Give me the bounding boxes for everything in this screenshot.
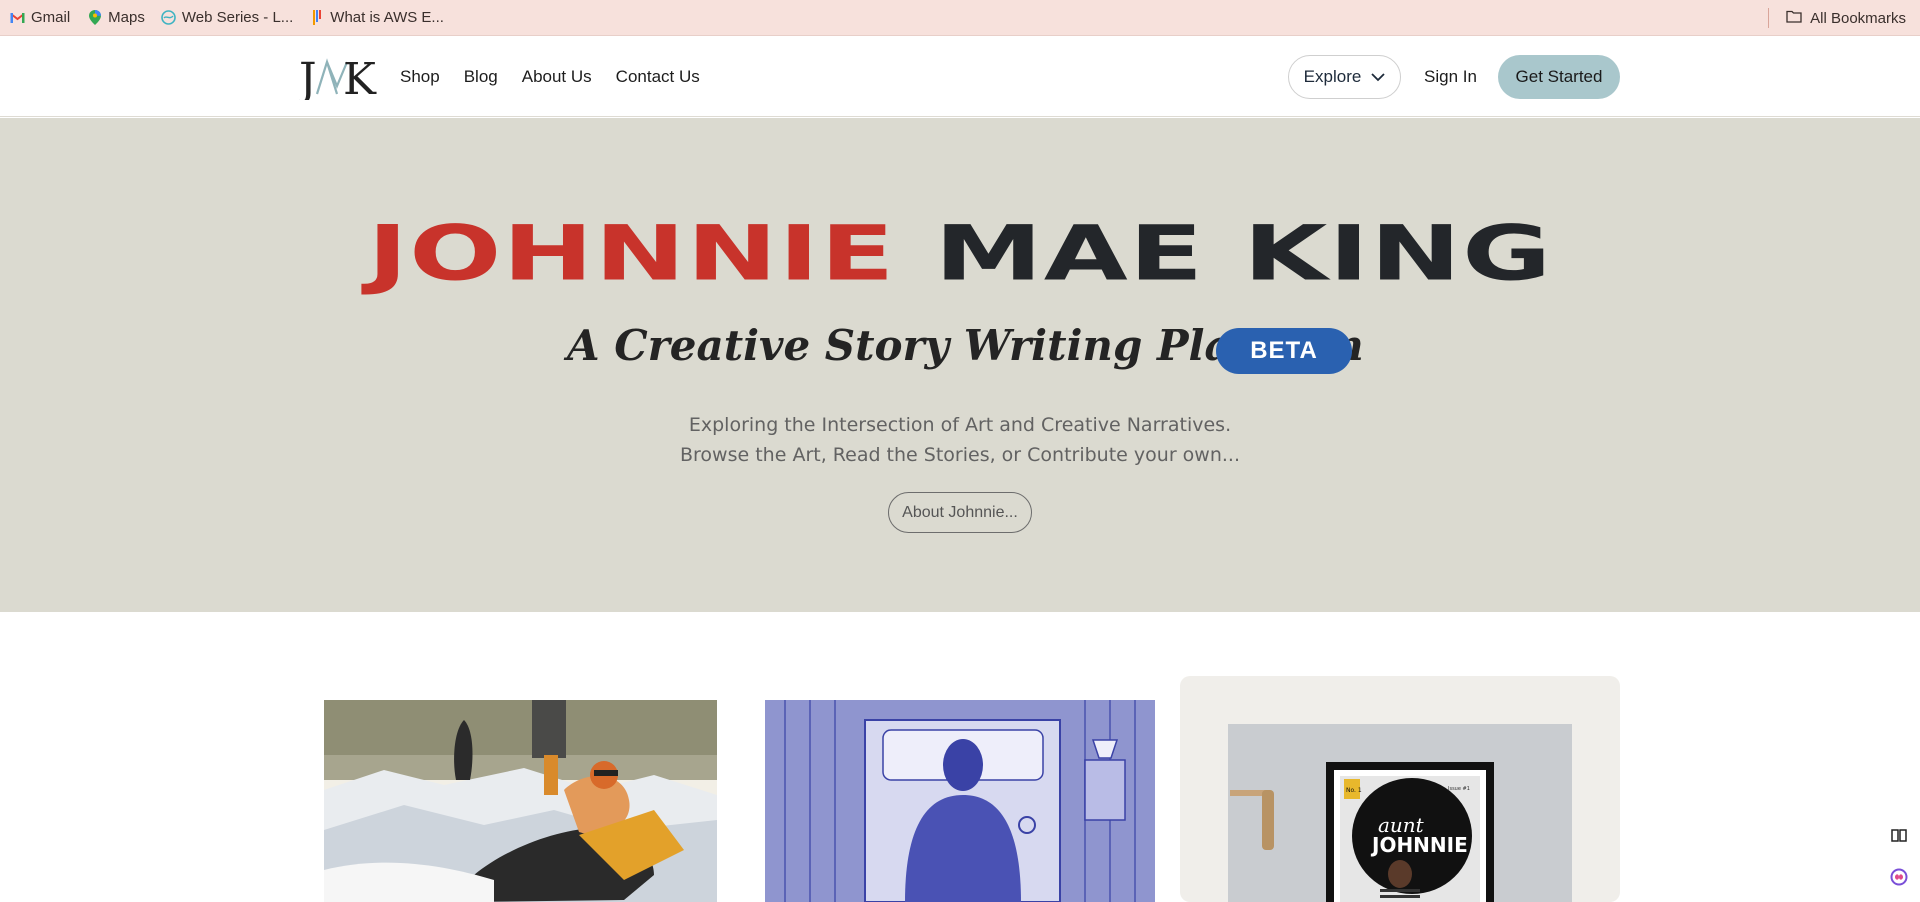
artwork-card-woman-sofa[interactable] [324,700,717,902]
gmail-icon [10,10,25,25]
artwork-card-blue-sketch[interactable] [765,700,1155,902]
main-nav: Shop Blog About Us Contact Us [400,36,700,117]
hero-title-rest: MAE KING [934,209,1553,298]
bookmark-label: Gmail [31,9,71,26]
hero-title-first: JOHNNIE [367,209,896,298]
hero-section: JOHNNIE MAE KING A Creative Story Writin… [0,118,1920,612]
nav-contact-us[interactable]: Contact Us [616,67,700,87]
hero-description-line: Browse the Art, Read the Stories, or Con… [680,444,1240,466]
svg-text:J: J [299,56,317,100]
nav-about-us[interactable]: About Us [522,67,592,87]
magazine-card[interactable]: No. 1 Issue #1 aunt JOHNNIE [1228,724,1572,902]
nav-blog[interactable]: Blog [464,67,498,87]
bookmark-label: Web Series - L... [181,9,294,26]
nav-shop[interactable]: Shop [400,67,440,87]
bookmark-icon [309,10,324,25]
blue-sketch-artwork [765,700,1155,902]
maps-pin-icon [87,10,102,25]
extension-brain-icon[interactable] [1890,868,1908,886]
hero-description-line: Exploring the Intersection of Art and Cr… [688,414,1232,436]
site-logo[interactable]: J K [295,54,377,105]
beta-badge: BETA [1216,328,1352,374]
sign-in-link[interactable]: Sign In [1424,55,1477,99]
bookmark-label: What is AWS E... [330,9,444,26]
woman-sofa-painting [324,700,717,902]
aunt-johnnie-magazine-image: No. 1 Issue #1 aunt JOHNNIE [1228,724,1572,902]
bookmark-maps[interactable]: Maps [87,9,145,26]
globe-icon [161,10,176,25]
bookmark-aws[interactable]: What is AWS E... [309,9,444,26]
get-started-button[interactable]: Get Started [1498,55,1620,99]
magazine-corner-text: Issue #1 [1448,786,1470,792]
magazine-issue-number: No. 1 [1346,787,1362,794]
bookmark-web-series[interactable]: Web Series - L... [161,9,293,26]
folder-icon [1786,10,1802,27]
site-header: J K Shop Blog About Us Contact Us Explor… [0,36,1920,117]
bookmark-gmail[interactable]: Gmail [10,9,70,26]
explore-label: Explore [1303,67,1362,86]
chevron-down-icon [1371,67,1385,87]
about-johnnie-button[interactable]: About Johnnie... [888,492,1032,533]
hero-title: JOHNNIE MAE KING [0,213,1920,295]
explore-dropdown[interactable]: Explore [1288,55,1401,99]
magazine-title-main: JOHNNIE [1370,833,1468,857]
all-bookmarks-label: All Bookmarks [1810,9,1906,27]
reading-mode-icon[interactable] [1890,826,1908,844]
svg-text:K: K [343,56,377,100]
bookmark-label: Maps [108,9,145,26]
all-bookmarks-button[interactable]: All Bookmarks [1786,0,1906,36]
bookmarks-divider [1768,8,1769,28]
hero-description: Exploring the Intersection of Art and Cr… [0,410,1920,470]
bookmarks-bar: Gmail Maps Web Series - L... What is AWS… [0,0,1920,36]
